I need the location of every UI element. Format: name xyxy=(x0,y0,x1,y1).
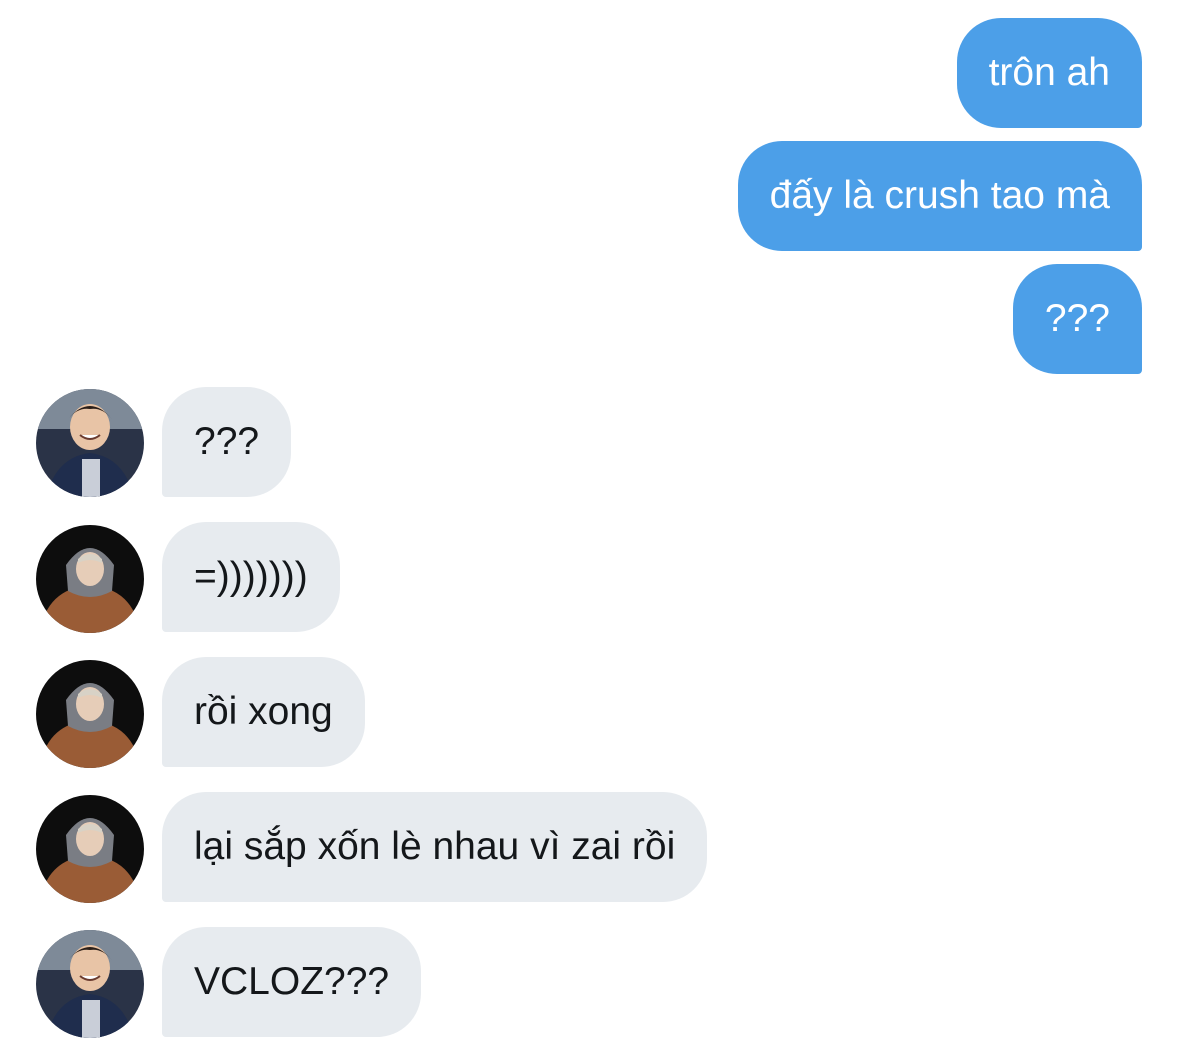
avatar-friend-a-image xyxy=(36,930,144,1038)
message-text: =))))))) xyxy=(194,555,308,598)
avatar-friend-a[interactable] xyxy=(36,930,144,1038)
message-text: đấy là crush tao mà xyxy=(769,174,1110,217)
message-bubble-sent[interactable]: đấy là crush tao mà xyxy=(737,141,1142,251)
message-text: ??? xyxy=(194,420,260,463)
avatar-friend-b[interactable] xyxy=(36,795,144,903)
avatar-friend-b[interactable] xyxy=(36,660,144,768)
message-text: VCLOZ??? xyxy=(194,960,390,1003)
avatar-friend-b-image xyxy=(36,660,144,768)
message-text: rồi xong xyxy=(194,690,333,733)
message-text: trôn ah xyxy=(988,51,1110,94)
message-bubble-sent[interactable]: ??? xyxy=(1012,264,1142,374)
avatar-friend-a-image xyxy=(36,389,144,497)
avatar-friend-b[interactable] xyxy=(36,525,144,633)
message-bubble-received[interactable]: =))))))) xyxy=(162,522,340,632)
message-text: lại sắp xốn lè nhau vì zai rồi xyxy=(194,825,676,868)
avatar-friend-b-image xyxy=(36,525,144,633)
avatar-friend-a[interactable] xyxy=(36,389,144,497)
message-text: ??? xyxy=(1044,297,1110,340)
avatar-friend-b-image xyxy=(36,795,144,903)
message-bubble-received[interactable]: lại sắp xốn lè nhau vì zai rồi xyxy=(162,792,708,902)
message-bubble-received[interactable]: rồi xong xyxy=(162,657,365,767)
message-bubble-sent[interactable]: trôn ah xyxy=(956,18,1142,128)
message-bubble-received[interactable]: VCLOZ??? xyxy=(162,927,422,1037)
message-bubble-received[interactable]: ??? xyxy=(162,387,292,497)
